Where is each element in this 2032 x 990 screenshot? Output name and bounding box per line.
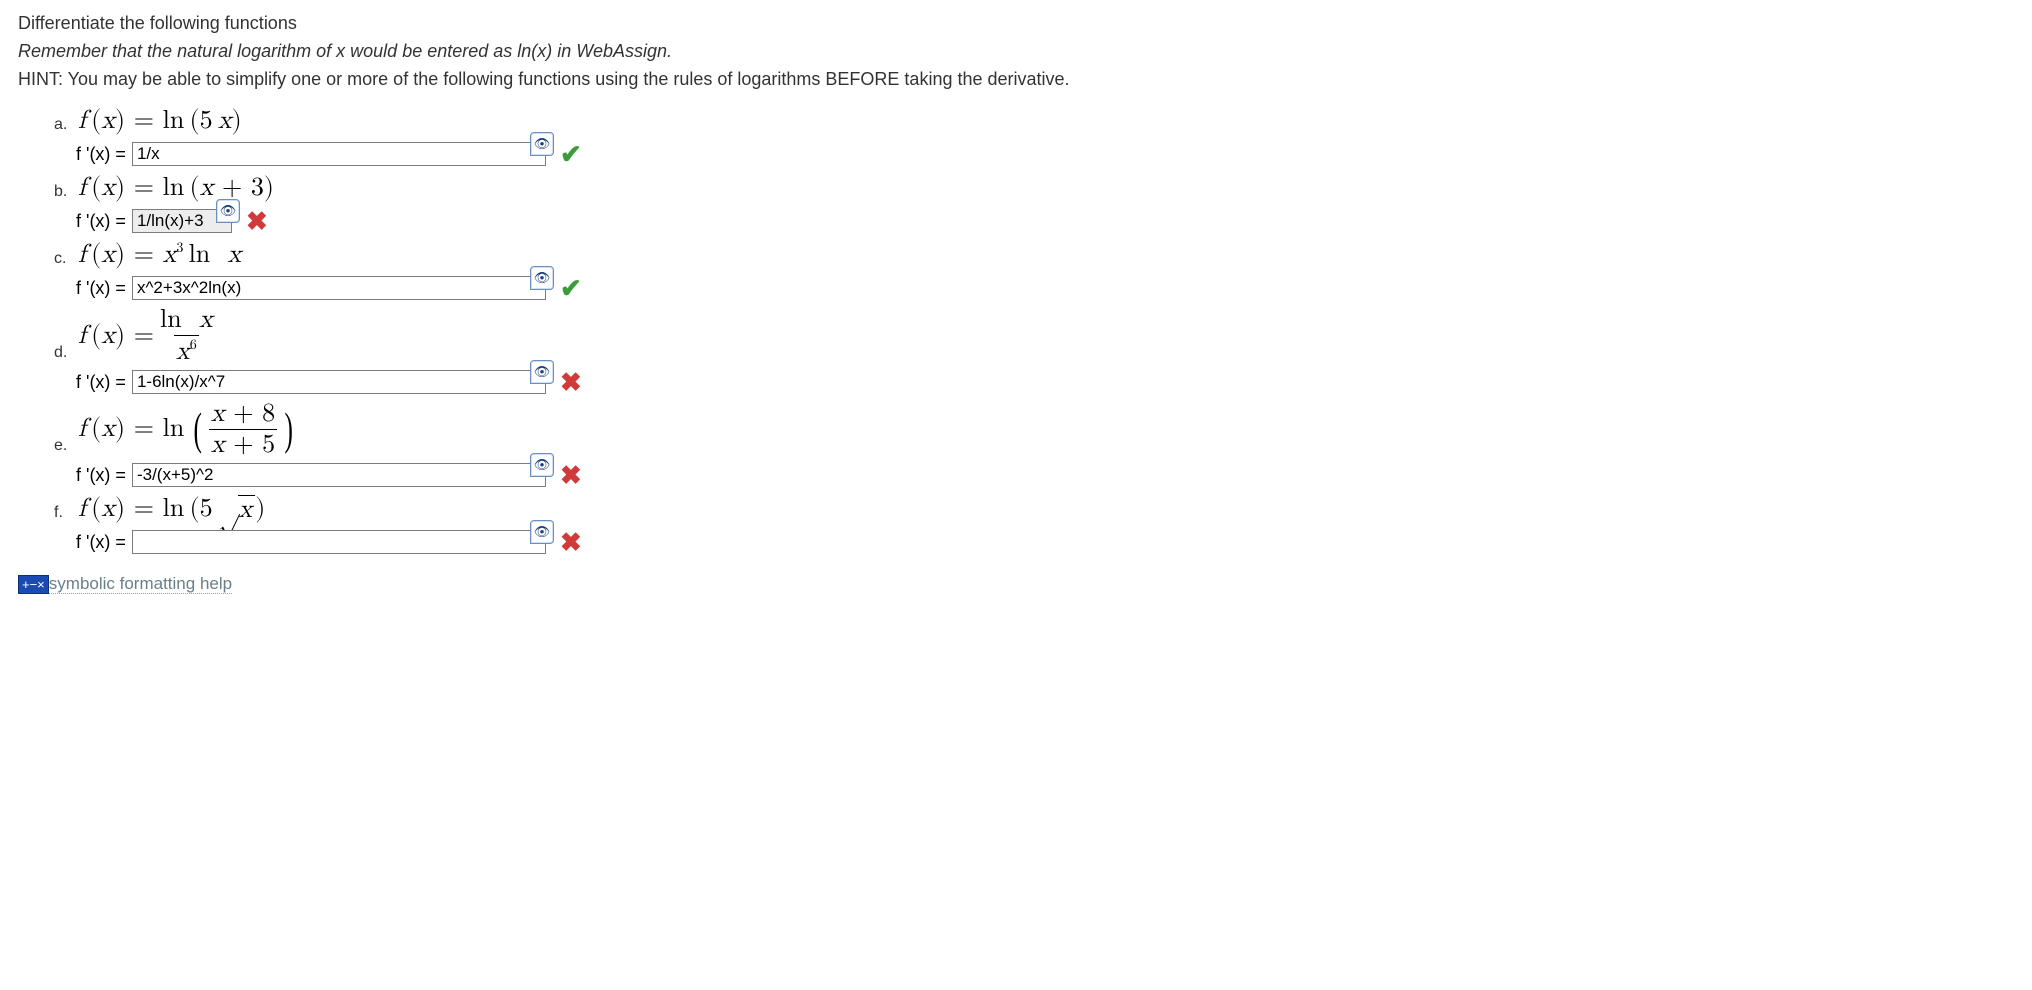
function-f: f (x) = ln (5 √x )	[78, 494, 265, 525]
fprime-label-f: f '(x) =	[76, 532, 126, 553]
instruction-line-2: Remember that the natural logarithm of x…	[18, 38, 2014, 64]
answer-box-e: 👁	[132, 463, 546, 487]
fprime-label-a: f '(x) =	[76, 144, 126, 165]
fprime-label-c: f '(x) =	[76, 278, 126, 299]
answer-row-f: f '(x) = 👁 ✖	[76, 529, 2014, 555]
part-letter-f: f.	[54, 505, 74, 525]
function-c: f (x) = x3 ln x	[78, 240, 241, 271]
answer-box-a: 👁	[132, 142, 546, 166]
preview-icon[interactable]: 👁	[530, 520, 554, 544]
cross-icon: ✖	[560, 462, 582, 488]
cross-icon: ✖	[560, 369, 582, 395]
part-letter-c: c.	[54, 251, 74, 271]
answer-input-d[interactable]	[132, 370, 546, 394]
answer-box-d: 👁	[132, 370, 546, 394]
answer-row-d: f '(x) = 👁 ✖	[76, 369, 2014, 395]
preview-icon[interactable]: 👁	[530, 132, 554, 156]
preview-icon[interactable]: 👁	[530, 453, 554, 477]
preview-icon[interactable]: 👁	[530, 360, 554, 384]
answer-row-a: f '(x) = 👁 ✔	[76, 141, 2014, 167]
function-a: f (x) = ln (5 x)	[78, 106, 242, 137]
check-icon: ✔	[560, 275, 582, 301]
question-e: e. f (x) = ln ( x + 8 x + 5 )	[54, 401, 2014, 458]
question-b: b. f (x) = ln (x + 3)	[54, 173, 2014, 204]
answer-row-e: f '(x) = 👁 ✖	[76, 462, 2014, 488]
answer-box-c: 👁	[132, 276, 546, 300]
question-d: d. f (x) = ln x x6	[54, 307, 2014, 365]
answer-box-f: 👁	[132, 530, 546, 554]
part-letter-e: e.	[54, 438, 74, 458]
symbolic-badge-icon: +−×	[18, 575, 49, 594]
preview-icon[interactable]: 👁	[216, 199, 240, 223]
preview-icon[interactable]: 👁	[530, 266, 554, 290]
part-letter-a: a.	[54, 117, 74, 137]
answer-input-f[interactable]	[132, 530, 546, 554]
answer-box-b: 👁	[132, 209, 232, 233]
instruction-line-1: Differentiate the following functions	[18, 10, 2014, 36]
part-letter-b: b.	[54, 184, 74, 204]
answer-input-c[interactable]	[132, 276, 546, 300]
check-icon: ✔	[560, 141, 582, 167]
fprime-label-d: f '(x) =	[76, 372, 126, 393]
question-a: a. f (x) = ln (5 x)	[54, 106, 2014, 137]
answer-input-a[interactable]	[132, 142, 546, 166]
question-f: f. f (x) = ln (5 √x )	[54, 494, 2014, 525]
fprime-label-b: f '(x) =	[76, 211, 126, 232]
answer-row-b: f '(x) = 👁 ✖	[76, 208, 2014, 234]
answer-input-e[interactable]	[132, 463, 546, 487]
part-letter-d: d.	[54, 345, 74, 365]
function-b: f (x) = ln (x + 3)	[78, 173, 274, 204]
symbolic-help-link[interactable]: symbolic formatting help	[49, 574, 232, 594]
instruction-line-3: HINT: You may be able to simplify one or…	[18, 66, 2014, 92]
function-e: f (x) = ln ( x + 8 x + 5 )	[78, 401, 296, 458]
fprime-label-e: f '(x) =	[76, 465, 126, 486]
function-d: f (x) = ln x x6	[78, 307, 219, 365]
answer-row-c: f '(x) = 👁 ✔	[76, 275, 2014, 301]
question-c: c. f (x) = x3 ln x	[54, 240, 2014, 271]
cross-icon: ✖	[246, 208, 268, 234]
symbolic-help: +−×symbolic formatting help	[18, 573, 2014, 594]
cross-icon: ✖	[560, 529, 582, 555]
